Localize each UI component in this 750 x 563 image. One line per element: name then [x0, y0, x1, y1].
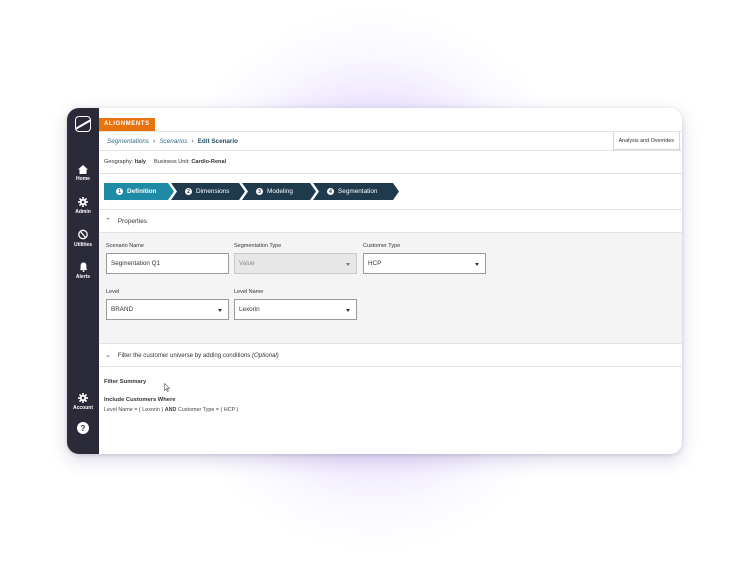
- page-title: Edit Scenario: [197, 137, 238, 145]
- step-dimensions[interactable]: 2 Dimensions: [171, 183, 245, 200]
- chevron-right-icon: ›: [191, 137, 194, 145]
- sidebar-item-label: Home: [76, 176, 90, 182]
- sidebar-item-admin[interactable]: Admin: [75, 197, 91, 215]
- sidebar-item-utilities[interactable]: Utilities: [74, 229, 92, 248]
- step-number: 1: [116, 188, 123, 195]
- sidebar-item-alerts[interactable]: Alerts: [76, 262, 90, 280]
- help-button[interactable]: ?: [77, 422, 89, 434]
- step-modeling[interactable]: 3 Modeling: [242, 183, 316, 200]
- scenario-name-field: Scenario Name Segmentation Q1: [106, 243, 229, 274]
- select-value: Value: [239, 260, 255, 267]
- field-label: Customer Type: [363, 243, 401, 249]
- analysis-overrides-button[interactable]: Analysis and Overrides: [612, 132, 680, 150]
- filter-summary-title: Filter Summary: [104, 379, 147, 385]
- section-title: Properties: [117, 217, 148, 225]
- business-unit-value: Cardio-Renal: [191, 159, 227, 165]
- level-name-field: Level Name Lexorin: [234, 289, 357, 320]
- customer-type-field: Customer Type HCP: [363, 243, 486, 274]
- gear-icon: [78, 197, 88, 207]
- top-bar: ALIGNMENTS: [99, 108, 682, 132]
- expression-part: Level Name = ( Lexorin ): [104, 407, 164, 413]
- sidebar-item-account[interactable]: Account: [73, 393, 93, 411]
- mouse-cursor-icon: [164, 383, 170, 392]
- sidebar-item-label: Alerts: [75, 274, 91, 280]
- step-label: Dimensions: [196, 188, 230, 195]
- home-icon: [78, 165, 88, 174]
- select-value: BRAND: [111, 306, 134, 313]
- section-title: Filter the customer universe by adding c…: [117, 351, 251, 359]
- select-value: Lexorin: [239, 306, 260, 313]
- step-definition[interactable]: 1 Definition: [104, 183, 174, 200]
- segmentation-type-field: Segmentation Type Value: [234, 243, 357, 274]
- properties-panel: Scenario Name Segmentation Q1 Segmentati…: [99, 233, 682, 344]
- filter-expression: Level Name = ( Lexorin ) AND Customer Ty…: [104, 407, 682, 413]
- sidebar-item-label: Utilities: [73, 242, 93, 248]
- field-label: Level Name: [234, 289, 264, 295]
- bell-icon: [79, 262, 87, 272]
- level-field: Level BRAND: [106, 289, 229, 320]
- app-logo-icon[interactable]: [75, 116, 91, 132]
- step-label: Segmentation: [338, 188, 378, 195]
- filter-summary: Filter Summary Include Customers Where L…: [99, 367, 682, 413]
- caret-down-icon: [346, 309, 350, 312]
- customer-type-select[interactable]: HCP: [363, 253, 486, 274]
- step-label: Modeling: [267, 188, 293, 195]
- geography-value: Italy: [134, 159, 146, 165]
- step-number: 3: [256, 188, 263, 195]
- scenario-name-input[interactable]: Segmentation Q1: [106, 253, 229, 274]
- step-segmentation[interactable]: 4 Segmentation: [313, 183, 399, 200]
- business-unit-label: Business Unit:: [154, 159, 190, 165]
- field-label: Scenario Name: [106, 243, 144, 249]
- include-customers-label: Include Customers Where: [104, 397, 176, 403]
- context-bar: Geography: Italy Business Unit: Cardio-R…: [99, 151, 682, 174]
- main-content: ALIGNMENTS Segmentations › Scenarios › E…: [99, 108, 682, 454]
- caret-down-icon: [475, 263, 479, 266]
- level-select[interactable]: BRAND: [106, 299, 229, 320]
- chevron-right-icon: ›: [153, 137, 156, 145]
- caret-down-icon: [346, 263, 350, 266]
- account-gear-icon: [78, 393, 88, 403]
- expression-part: Customer Type = ( HCP ): [177, 407, 239, 413]
- segmentation-type-select: Value: [234, 253, 357, 274]
- field-label: Level: [106, 289, 120, 295]
- sidebar-item-label: Account: [73, 405, 93, 411]
- sidebar-item-label: Admin: [75, 209, 91, 215]
- breadcrumb-link-segmentations[interactable]: Segmentations: [107, 138, 149, 145]
- utilities-icon: [78, 229, 88, 240]
- step-number: 2: [185, 188, 192, 195]
- field-label: Segmentation Type: [234, 243, 282, 249]
- breadcrumb-link-scenarios[interactable]: Scenarios: [159, 138, 187, 145]
- step-number: 4: [327, 188, 334, 195]
- module-tab[interactable]: ALIGNMENTS: [99, 118, 155, 131]
- sidebar: Home Admin Utilities Alerts Account ?: [67, 108, 99, 454]
- optional-tag: (Optional): [252, 351, 279, 359]
- geography-label: Geography:: [104, 159, 134, 165]
- filter-section-toggle[interactable]: ⌄ Filter the customer universe by adding…: [99, 344, 682, 367]
- step-label: Definition: [127, 188, 157, 195]
- properties-section-toggle[interactable]: ⌃ Properties: [99, 210, 682, 233]
- wizard-steps: 1 Definition 2 Dimensions 3 Modeling 4 S…: [99, 174, 682, 210]
- sidebar-item-home[interactable]: Home: [76, 165, 90, 182]
- expression-operator: AND: [164, 407, 177, 413]
- chevron-down-icon: ⌄: [105, 352, 111, 359]
- select-value: HCP: [368, 260, 382, 267]
- level-name-select[interactable]: Lexorin: [234, 299, 357, 320]
- app-window: Home Admin Utilities Alerts Account ? AL…: [67, 108, 682, 454]
- chevron-up-icon: ⌃: [105, 218, 111, 225]
- breadcrumb: Segmentations › Scenarios › Edit Scenari…: [99, 132, 682, 151]
- caret-down-icon: [218, 309, 222, 312]
